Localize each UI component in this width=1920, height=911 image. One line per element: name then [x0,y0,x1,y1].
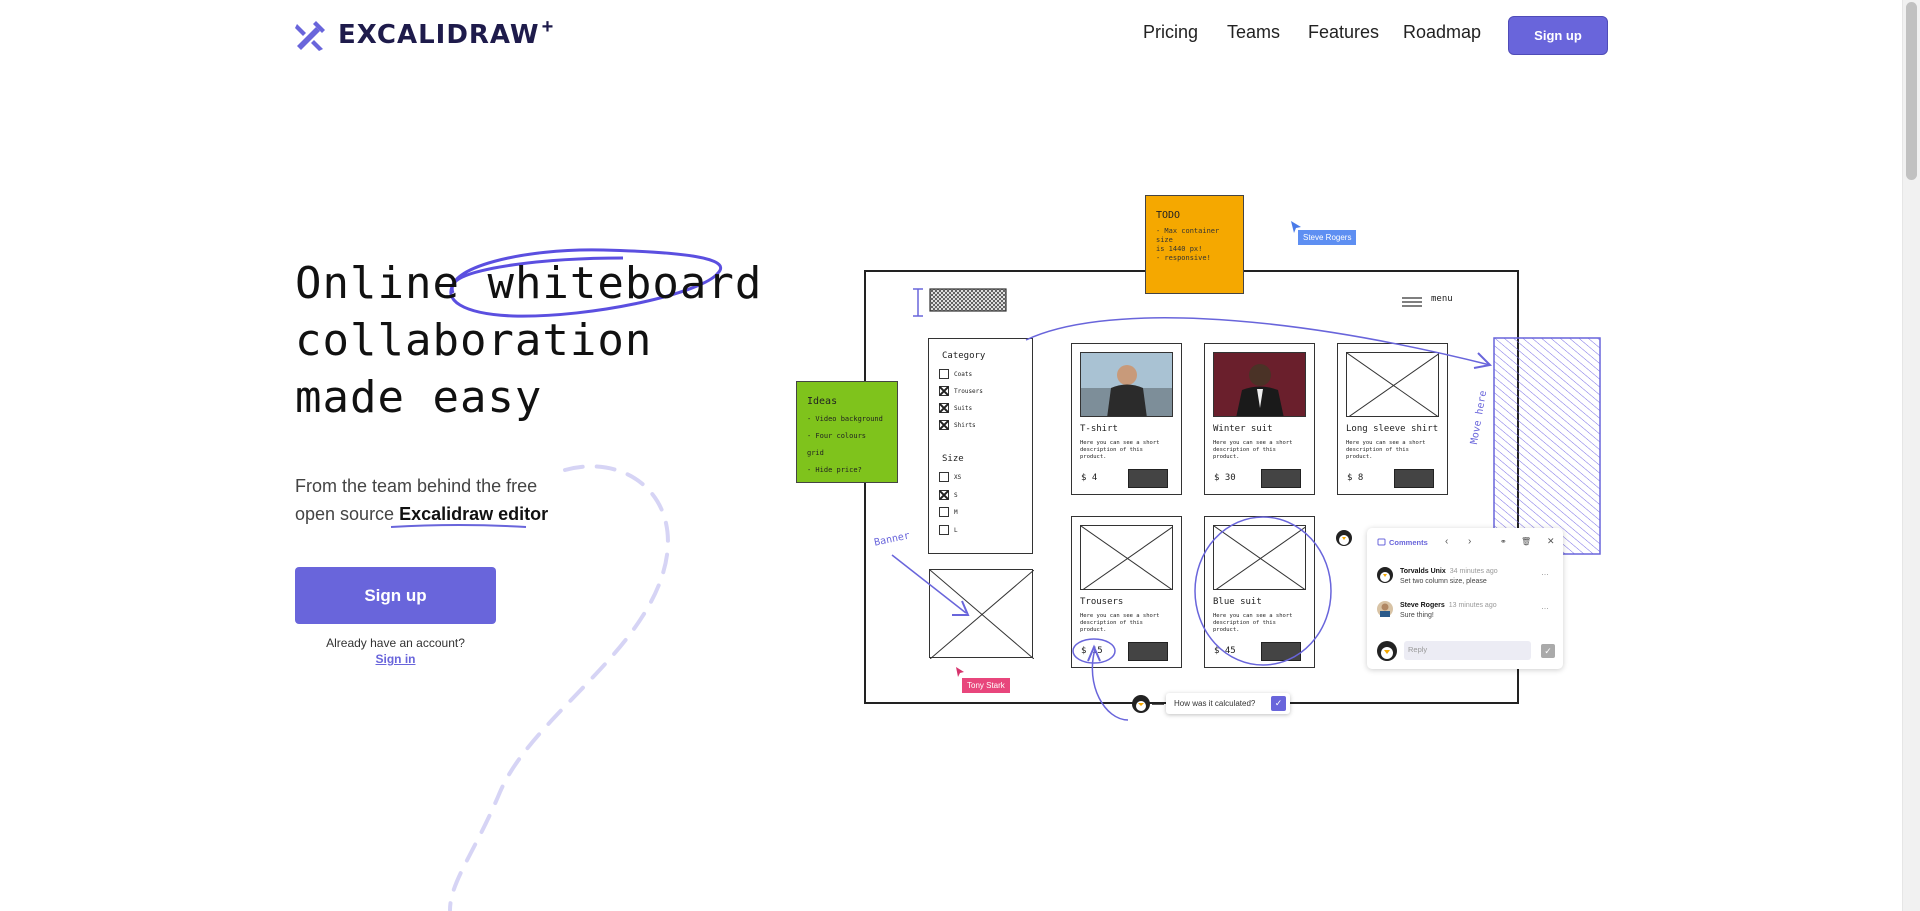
cursor-steve-tag: Steve Rogers [1298,230,1357,245]
hero-headline: Online whiteboard collaboration made eas… [295,255,762,426]
reply-submit-button[interactable]: ✓ [1541,644,1555,658]
comment-more-icon[interactable]: … [1541,568,1549,577]
reply-input[interactable]: Reply [1404,641,1531,660]
hamburger-menu-icon [1402,297,1422,307]
brand-name: EXCALIDRAW [338,20,540,50]
wireframe-illustration: menu TODO - Max container size is 1440 p… [0,0,1920,911]
page-scrollbar[interactable] [1902,0,1920,911]
comment-time: 34 minutes ago [1449,568,1498,575]
todo-sticky-note: TODO - Max container size is 1440 px! - … [1145,195,1244,294]
decorative-dashed-curve [448,464,670,911]
comment-item: Torvalds Unix 34 minutes ago Set two colu… [1400,568,1498,585]
close-icon[interactable]: ✕ [1547,536,1555,547]
avatar-torvalds-icon [1377,567,1393,583]
comment-time: 13 minutes ago [1448,602,1497,609]
nav-roadmap[interactable]: Roadmap [1403,22,1481,43]
comment-text: Set two column size, please [1400,578,1487,585]
headline-word-whiteboard: whiteboard [487,258,763,309]
subtitle-open-source: open source [295,504,395,524]
menu-label: menu [1431,294,1453,304]
scrollbar-thumb[interactable] [1906,2,1917,180]
nav-pricing[interactable]: Pricing [1143,22,1198,43]
avatar-penguin-icon [1377,641,1397,661]
prev-comment-icon[interactable]: ‹ [1445,536,1448,547]
excalidraw-logo[interactable]: EXCALIDRAW + [294,15,554,52]
ideas-line-1: - Video background [807,415,883,423]
avatar-penguin-icon [1336,530,1352,546]
headline-line-2: collaboration [295,315,653,366]
next-comment-icon[interactable]: › [1468,536,1471,547]
nav-teams[interactable]: Teams [1227,22,1280,43]
headline-line-3: made easy [295,372,543,423]
comments-header: Comments [1389,538,1428,547]
comment-author: Torvalds Unix [1400,568,1446,575]
brand-plus: + [541,15,554,38]
todo-line-2: is 1440 px! [1156,245,1203,253]
headline-word-online: Online [295,258,460,309]
comment-author: Steve Rogers [1400,602,1445,609]
excalidraw-logo-icon [295,21,325,51]
todo-title: TODO [1156,210,1181,221]
comment-icon [1377,538,1386,546]
todo-line-3: - responsive! [1156,254,1211,262]
comment-item: Steve Rogers 13 minutes ago Sure thing! [1400,602,1497,619]
annotation-arrows [891,317,1493,721]
cursor-tony-icon [956,667,964,677]
avatar-steve-icon [1377,601,1393,617]
ideas-line-2: - Four colours grid [807,432,867,457]
avatar-penguin-icon [1132,695,1164,713]
nav-signup-button[interactable]: Sign up [1508,16,1608,55]
nav-features[interactable]: Features [1308,22,1379,43]
todo-line-1: - Max container size [1156,227,1220,244]
ideas-line-3: - Hide price? [807,466,862,474]
trash-icon[interactable]: 🗑 [1521,537,1531,546]
link-icon[interactable]: ⚭ [1500,537,1507,546]
ideas-title: Ideas [807,396,838,407]
move-here-drop-zone [1493,337,1601,555]
comment-text: Sure thing! [1400,612,1434,619]
comment-more-icon[interactable]: … [1541,602,1549,611]
comments-panel: Comments ‹ › ⚭ 🗑 ✕ Torvalds Unix 34 minut… [1367,528,1563,669]
cursor-tony-tag: Tony Stark [962,678,1010,693]
calc-submit-button[interactable]: ✓ [1271,696,1286,711]
